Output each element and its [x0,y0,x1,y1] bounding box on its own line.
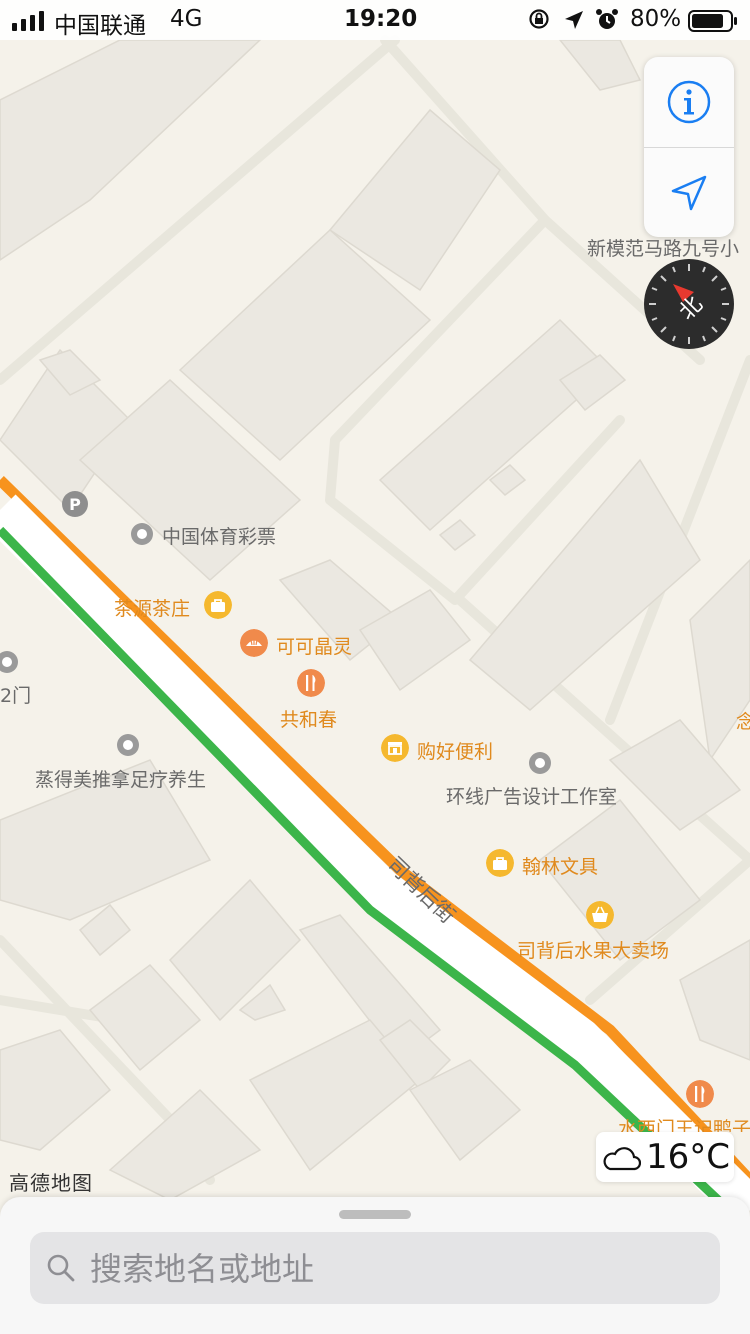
compass-button[interactable]: 北 [643,258,735,350]
temperature-text: 16°C [646,1137,731,1177]
basket-icon[interactable] [586,901,614,929]
place-dot-icon[interactable] [117,734,139,756]
place-dot-icon[interactable] [131,523,153,545]
sheet-drag-handle[interactable] [339,1210,411,1219]
poi-label[interactable]: 蒸得美推拿足疗养生 [35,765,206,792]
poi-label[interactable]: 2门 [0,681,31,708]
signal-strength-icon [12,11,44,31]
shopping-bag-icon[interactable] [486,849,514,877]
info-icon [667,80,711,124]
poi-label[interactable]: 司背后水果大卖场 [517,936,669,963]
poi-label[interactable]: 念 [736,707,750,734]
cloud-icon [603,1147,641,1171]
weather-widget[interactable]: 16°C [596,1132,734,1182]
map-control-panel [644,57,734,237]
location-services-icon [565,11,583,29]
poi-label[interactable]: 中国体育彩票 [162,522,276,549]
poi-label[interactable]: 茶源茶庄 [114,594,190,621]
search-input[interactable] [88,1232,692,1306]
status-time: 19:20 [344,6,418,32]
rotation-lock-icon [529,9,549,29]
poi-label[interactable]: 水西门王记鸭子 [618,1114,750,1132]
shopping-bag-icon[interactable] [204,591,232,619]
poi-label[interactable]: 共和春 [280,705,337,732]
search-bar[interactable] [30,1232,720,1306]
info-button[interactable] [644,57,734,147]
poi-label[interactable]: 翰林文具 [522,852,598,879]
map-provider-watermark: 高德地图 [9,1171,93,1195]
poi-label[interactable]: 购好便利 [417,737,493,764]
carrier-name: 中国联通 [54,13,146,39]
battery-icon [688,10,737,32]
locate-me-button[interactable] [644,148,734,238]
poi-label[interactable]: 可可晶灵 [276,632,352,659]
status-bar: 中国联通 4G 19:20 80% [0,0,750,40]
restaurant-icon[interactable] [297,669,325,697]
restaurant-icon[interactable] [686,1080,714,1108]
bottom-search-sheet[interactable] [0,1197,750,1334]
poi-label[interactable]: 环线广告设计工作室 [446,782,617,809]
bakery-icon[interactable] [240,629,268,657]
search-icon [47,1254,75,1282]
store-icon[interactable] [381,734,409,762]
network-type: 4G [170,6,203,32]
alarm-icon [596,9,618,29]
location-arrow-icon [671,175,707,211]
place-dot-icon[interactable] [529,752,551,774]
parking-marker[interactable]: P [62,491,88,517]
battery-percentage: 80% [630,6,682,32]
region-label: 新模范马路九号小 [587,238,740,260]
